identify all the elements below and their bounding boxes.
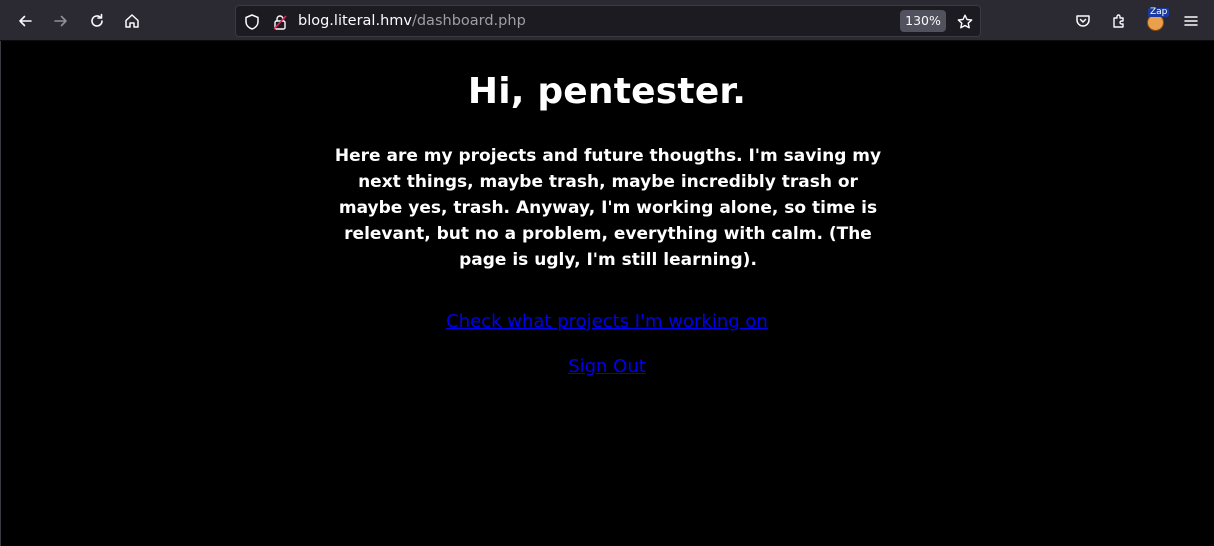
projects-link-container: Check what projects I'm working on bbox=[0, 311, 1214, 332]
url-bar[interactable]: blog.literal.hmv/dashboard.php 130% bbox=[235, 5, 981, 37]
shield-icon[interactable] bbox=[243, 13, 261, 31]
extensions-icon bbox=[1113, 14, 1124, 28]
pocket-button[interactable] bbox=[1068, 6, 1098, 36]
zoom-level-badge[interactable]: 130% bbox=[900, 10, 946, 32]
back-button[interactable] bbox=[10, 6, 40, 36]
extensions-button[interactable] bbox=[1104, 6, 1134, 36]
intro-paragraph: Here are my projects and future thougths… bbox=[334, 146, 882, 270]
pocket-icon bbox=[1076, 15, 1090, 27]
reload-button[interactable] bbox=[82, 6, 112, 36]
forward-button[interactable] bbox=[46, 6, 76, 36]
signout-link-container: Sign Out bbox=[0, 356, 1214, 377]
menu-button[interactable] bbox=[1176, 6, 1206, 36]
back-icon bbox=[19, 15, 32, 27]
url-text[interactable]: blog.literal.hmv/dashboard.php bbox=[298, 13, 526, 29]
home-icon bbox=[125, 14, 139, 28]
home-button[interactable] bbox=[117, 6, 147, 36]
signout-link[interactable]: Sign Out bbox=[568, 356, 646, 377]
url-host: blog.literal.hmv bbox=[298, 13, 412, 29]
star-icon[interactable] bbox=[956, 13, 974, 31]
page-content: Hi, pentester. Here are my projects and … bbox=[0, 41, 1214, 546]
url-path: /dashboard.php bbox=[411, 13, 526, 29]
reload-icon bbox=[91, 13, 103, 27]
browser-toolbar: blog.literal.hmv/dashboard.php 130% Zap bbox=[0, 0, 1214, 41]
forward-icon bbox=[54, 15, 67, 27]
menu-icon bbox=[1184, 16, 1198, 26]
page-title: Hi, pentester. bbox=[467, 71, 747, 112]
projects-link[interactable]: Check what projects I'm working on bbox=[446, 311, 768, 332]
zap-badge: Zap bbox=[1148, 7, 1170, 17]
lock-icon[interactable] bbox=[271, 13, 289, 31]
